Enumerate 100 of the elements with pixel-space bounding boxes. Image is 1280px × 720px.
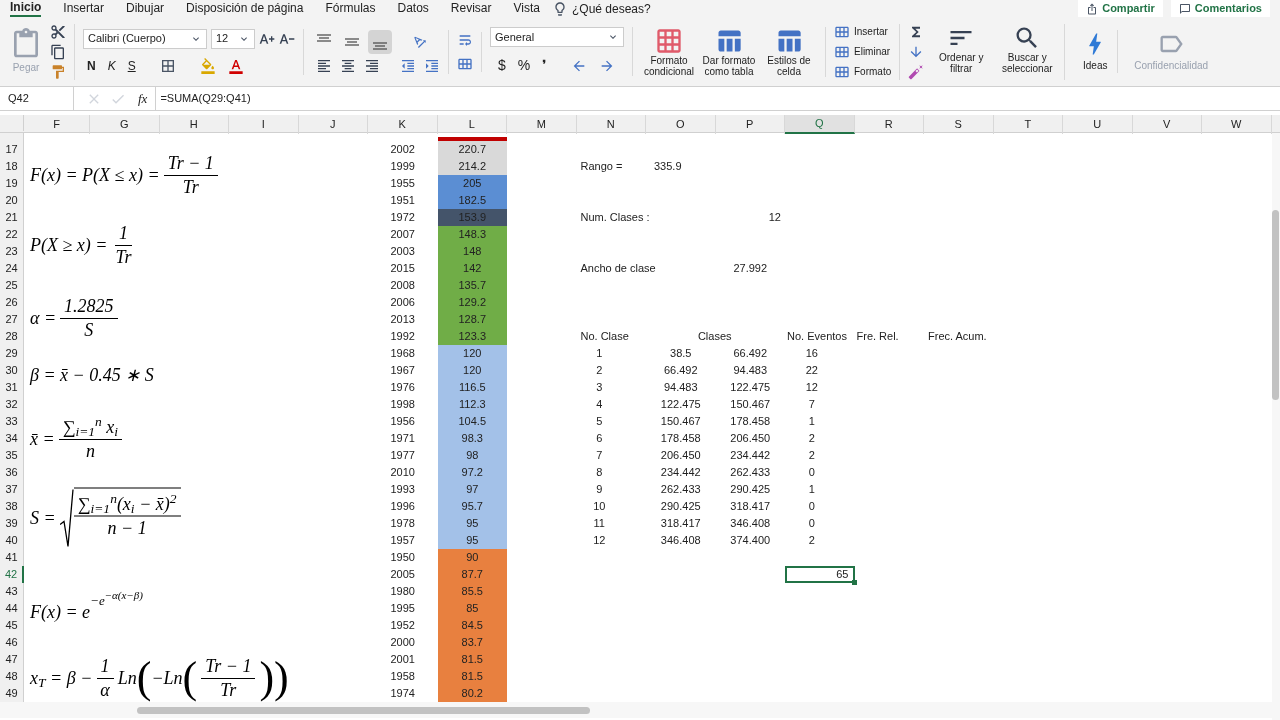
editing-button[interactable]: Buscar y seleccionar [998, 23, 1057, 74]
insert-function-button[interactable]: fx [138, 88, 148, 109]
column-header[interactable]: I [229, 115, 299, 134]
font-name-dropdown[interactable]: Calibri (Cuerpo) [83, 28, 207, 49]
number-format-button[interactable]: ❜ [542, 55, 548, 76]
row-header[interactable]: 22 [0, 226, 24, 243]
number-format-button[interactable]: % [517, 55, 531, 76]
table-cell-text: 1995 [390, 601, 415, 617]
number-format-dropdown[interactable]: General [490, 27, 624, 47]
column-header[interactable]: T [993, 115, 1063, 134]
selected-cell[interactable]: 65 [785, 566, 855, 583]
row-header[interactable]: 24 [0, 260, 24, 277]
styles-button[interactable]: Dar formato como tabla [701, 26, 757, 77]
row-header[interactable]: 30 [0, 362, 24, 379]
column-header[interactable]: W [1202, 115, 1272, 134]
ribbon-tab[interactable]: Vista [513, 0, 540, 17]
name-box[interactable]: Q42 [0, 87, 74, 110]
row-header[interactable]: 38 [0, 498, 24, 515]
formula-field[interactable]: =SUMA(Q29:Q41) [155, 87, 1280, 110]
row-header[interactable]: 47 [0, 651, 24, 668]
column-header[interactable]: G [90, 115, 160, 134]
row-header[interactable]: 32 [0, 396, 24, 413]
ribbon-tab[interactable]: Insertar [63, 0, 105, 17]
row-header[interactable]: 37 [0, 481, 24, 498]
styles-button[interactable]: Estilos de celda [761, 26, 817, 77]
copy-icon[interactable] [50, 43, 66, 60]
row-header[interactable]: 33 [0, 413, 24, 430]
row-header[interactable]: 48 [0, 668, 24, 685]
ideas-button[interactable]: Ideas [1073, 30, 1119, 73]
row-header[interactable]: 17 [0, 141, 24, 158]
column-header[interactable]: M [507, 115, 577, 134]
column-header[interactable]: N [576, 115, 646, 134]
bold-button[interactable]: N [87, 56, 96, 75]
lightbulb-icon [552, 0, 568, 17]
fill-color-icon[interactable] [199, 57, 216, 74]
search-prompt[interactable]: ¿Qué deseas? [572, 0, 651, 18]
align-bottom-button[interactable] [368, 29, 392, 54]
row-header[interactable]: 42 [0, 566, 24, 583]
row-header[interactable]: 43 [0, 583, 24, 600]
row-header[interactable]: 28 [0, 328, 24, 345]
column-header[interactable]: H [159, 115, 229, 134]
italic-button[interactable]: K [107, 56, 116, 75]
ribbon-tab[interactable]: Revisar [450, 0, 492, 17]
column-header[interactable]: Q [785, 115, 855, 134]
row-header[interactable]: 23 [0, 243, 24, 260]
column-header[interactable]: U [1063, 115, 1133, 134]
column-header[interactable]: J [298, 115, 368, 134]
column-header[interactable]: O [646, 115, 716, 134]
ribbon-tab[interactable]: Disposición de página [186, 0, 304, 17]
ribbon-tab[interactable]: Datos [397, 0, 429, 17]
align-right-icon[interactable] [364, 57, 380, 74]
vertical-scrollbar-thumb[interactable] [1272, 210, 1279, 400]
row-header[interactable]: 25 [0, 277, 24, 294]
row-header[interactable]: 21 [0, 209, 24, 226]
horizontal-scrollbar-thumb[interactable] [137, 706, 590, 714]
borders-icon[interactable] [159, 57, 176, 74]
table-cell-text: 1968 [390, 346, 415, 362]
column-header[interactable]: V [1132, 115, 1202, 134]
styles-button[interactable]: Formato condicional [641, 26, 697, 77]
row-header[interactable]: 20 [0, 192, 24, 209]
editing-button[interactable]: Ordenar y filtrar [932, 23, 991, 74]
ribbon-tab[interactable]: Dibujar [126, 0, 165, 17]
row-header[interactable]: 36 [0, 464, 24, 481]
number-format-button[interactable]: $ [498, 55, 506, 76]
row-header[interactable]: 35 [0, 447, 24, 464]
row-header[interactable]: 41 [0, 549, 24, 566]
ribbon-tab[interactable]: Fórmulas [325, 0, 376, 17]
row-header[interactable]: 34 [0, 430, 24, 447]
comments-button[interactable]: Comentarios [1170, 0, 1270, 17]
increase-indent-icon[interactable] [424, 57, 440, 74]
row-header[interactable]: 26 [0, 294, 24, 311]
table-cell-text: 4 [596, 397, 603, 413]
align-center-icon[interactable] [340, 57, 356, 74]
column-header[interactable]: K [368, 115, 438, 134]
underline-button[interactable]: S [127, 56, 136, 75]
table-cell-text: 2002 [390, 142, 415, 158]
column-header[interactable]: L [437, 115, 507, 134]
row-header[interactable]: 39 [0, 515, 24, 532]
cut-icon[interactable] [50, 23, 66, 40]
row-header[interactable]: 27 [0, 311, 24, 328]
align-left-icon[interactable] [316, 57, 332, 74]
column-header[interactable]: S [924, 115, 994, 134]
row-header[interactable]: 49 [0, 685, 24, 702]
row-header[interactable]: 40 [0, 532, 24, 549]
row-header[interactable]: 45 [0, 617, 24, 634]
font-color-icon[interactable] [227, 57, 244, 74]
column-header[interactable]: F [24, 115, 90, 134]
cells-button[interactable]: Formato [834, 63, 892, 80]
row-header[interactable]: 44 [0, 600, 24, 617]
row-header[interactable]: 29 [0, 345, 24, 362]
row-header[interactable]: 46 [0, 634, 24, 651]
row-header[interactable]: 31 [0, 379, 24, 396]
row-header[interactable]: 18 [0, 158, 24, 175]
font-size-dropdown[interactable]: 12 [211, 28, 255, 49]
column-header[interactable]: R [854, 115, 924, 134]
cells-button[interactable]: Insertar [834, 23, 892, 40]
row-header[interactable]: 19 [0, 175, 24, 192]
cells-button[interactable]: Eliminar [834, 43, 892, 60]
decrease-indent-icon[interactable] [400, 57, 416, 74]
share-button[interactable]: Compartir [1078, 0, 1163, 17]
